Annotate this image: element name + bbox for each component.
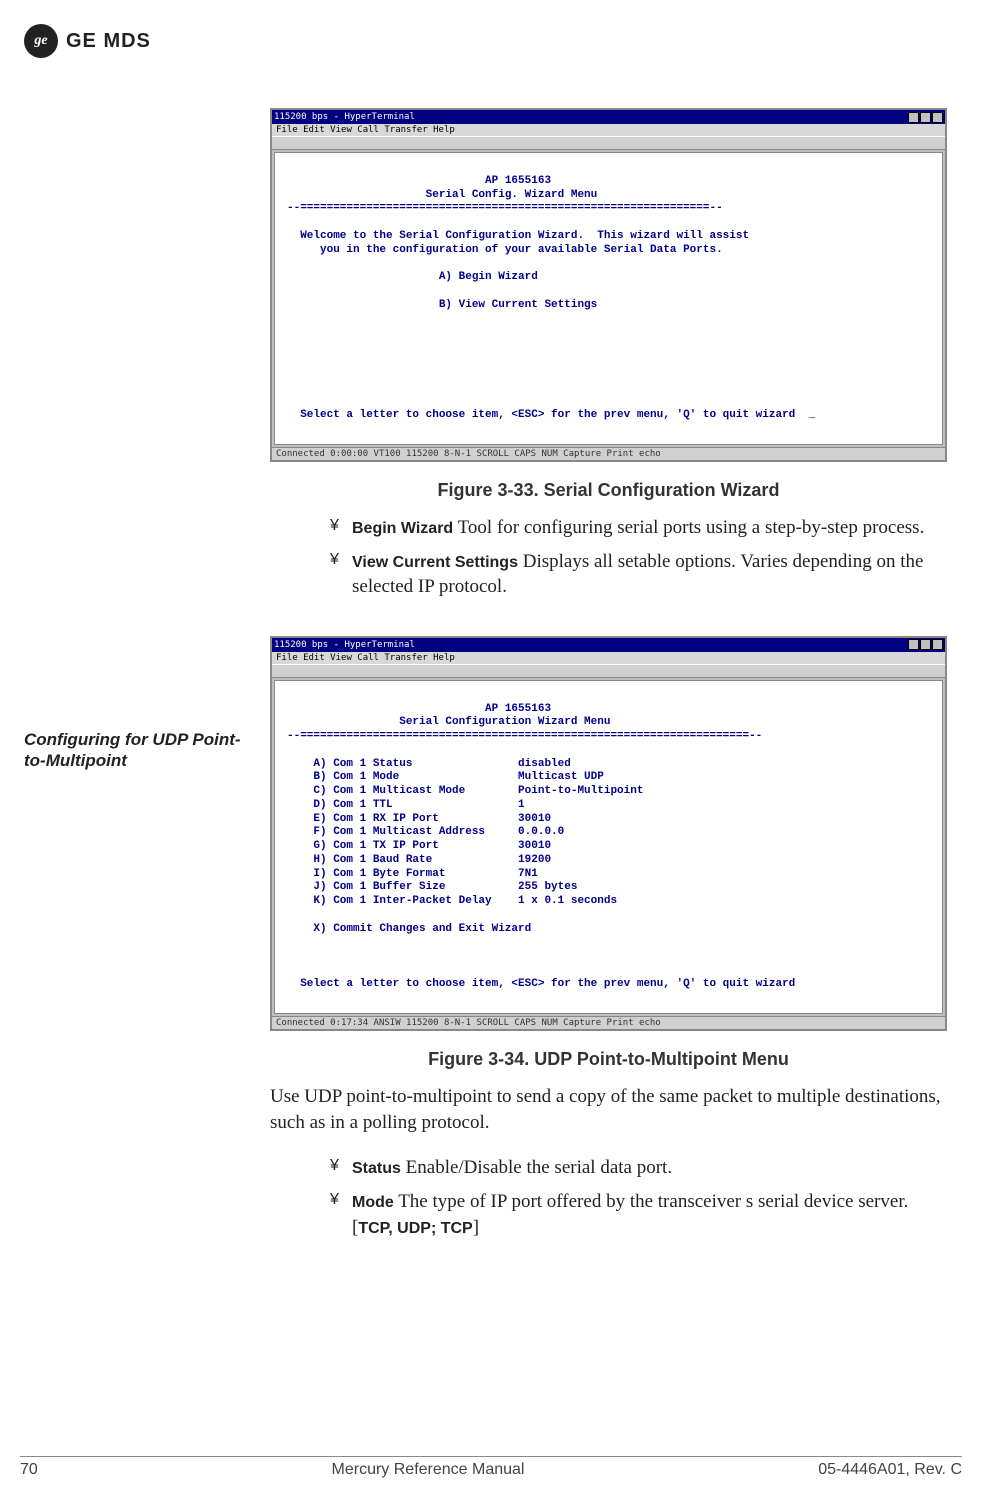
bullet-glyph: ¥	[330, 1155, 352, 1181]
paragraph-udp-intro: Use UDP point-to-multipoint to send a co…	[270, 1084, 947, 1135]
footer-page-number: 70	[20, 1461, 38, 1479]
window-toolbar	[272, 664, 945, 678]
window-menubar: File Edit View Call Transfer Help	[272, 124, 945, 136]
figure-caption-2: Figure 3-34. UDP Point-to-Multipoint Men…	[270, 1049, 947, 1070]
screenshot-udp-menu: 115200 bps - HyperTerminal File Edit Vie…	[270, 636, 947, 1031]
bullet-desc: Enable/Disable the serial data port.	[401, 1157, 672, 1178]
terminal-body: AP 1655163 Serial Configuration Wizard M…	[274, 680, 943, 1014]
figure-caption-1: Figure 3-33. Serial Configuration Wizard	[270, 480, 947, 501]
window-toolbar	[272, 136, 945, 150]
bullet-glyph: ¥	[330, 515, 352, 541]
window-statusbar: Connected 0:17:34 ANSIW 115200 8-N-1 SCR…	[272, 1016, 945, 1029]
brand-text: GE MDS	[66, 30, 151, 53]
window-menubar: File Edit View Call Transfer Help	[272, 652, 945, 664]
window-titlebar: 115200 bps - HyperTerminal	[272, 110, 945, 124]
bullet-begin-wizard: ¥ Begin Wizard Tool for configuring seri…	[330, 515, 941, 541]
bullet-status: ¥ Status Enable/Disable the serial data …	[330, 1155, 941, 1181]
bullet-label: Mode	[352, 1194, 394, 1211]
footer-revision: 05-4446A01, Rev. C	[818, 1461, 962, 1479]
window-titlebar: 115200 bps - HyperTerminal	[272, 638, 945, 652]
footer-title: Mercury Reference Manual	[332, 1461, 525, 1479]
side-heading-udp: Configuring for UDP Point-to-Multipoint	[24, 729, 244, 772]
bullet-glyph: ¥	[330, 549, 352, 600]
window-controls	[908, 639, 943, 650]
bullet-mode: ¥ Mode The type of IP port offered by th…	[330, 1189, 941, 1240]
bullet-label: View Current Settings	[352, 554, 518, 571]
bullet-glyph: ¥	[330, 1189, 352, 1240]
bullet-list-2: ¥ Status Enable/Disable the serial data …	[270, 1155, 947, 1240]
bullet-label: Status	[352, 1160, 401, 1177]
bullet-desc: Tool for configuring serial ports using …	[453, 517, 924, 538]
ge-monogram: ge	[24, 24, 58, 58]
brand-logo: ge GE MDS	[20, 20, 962, 58]
screenshot-serial-wizard: 115200 bps - HyperTerminal File Edit Vie…	[270, 108, 947, 462]
page-footer: 70 Mercury Reference Manual 05-4446A01, …	[20, 1456, 962, 1479]
window-controls	[908, 112, 943, 123]
terminal-body: AP 1655163 Serial Config. Wizard Menu --…	[274, 152, 943, 445]
bullet-opts: TCP, UDP; TCP	[358, 1220, 472, 1237]
bullet-list-1: ¥ Begin Wizard Tool for configuring seri…	[270, 515, 947, 600]
bullet-label: Begin Wizard	[352, 520, 453, 537]
bullet-view-settings: ¥ View Current Settings Displays all set…	[330, 549, 941, 600]
window-title: 115200 bps - HyperTerminal	[274, 112, 415, 122]
window-title: 115200 bps - HyperTerminal	[274, 640, 415, 650]
window-statusbar: Connected 0:00:00 VT100 115200 8-N-1 SCR…	[272, 447, 945, 460]
bullet-desc-post: ]	[473, 1217, 479, 1238]
